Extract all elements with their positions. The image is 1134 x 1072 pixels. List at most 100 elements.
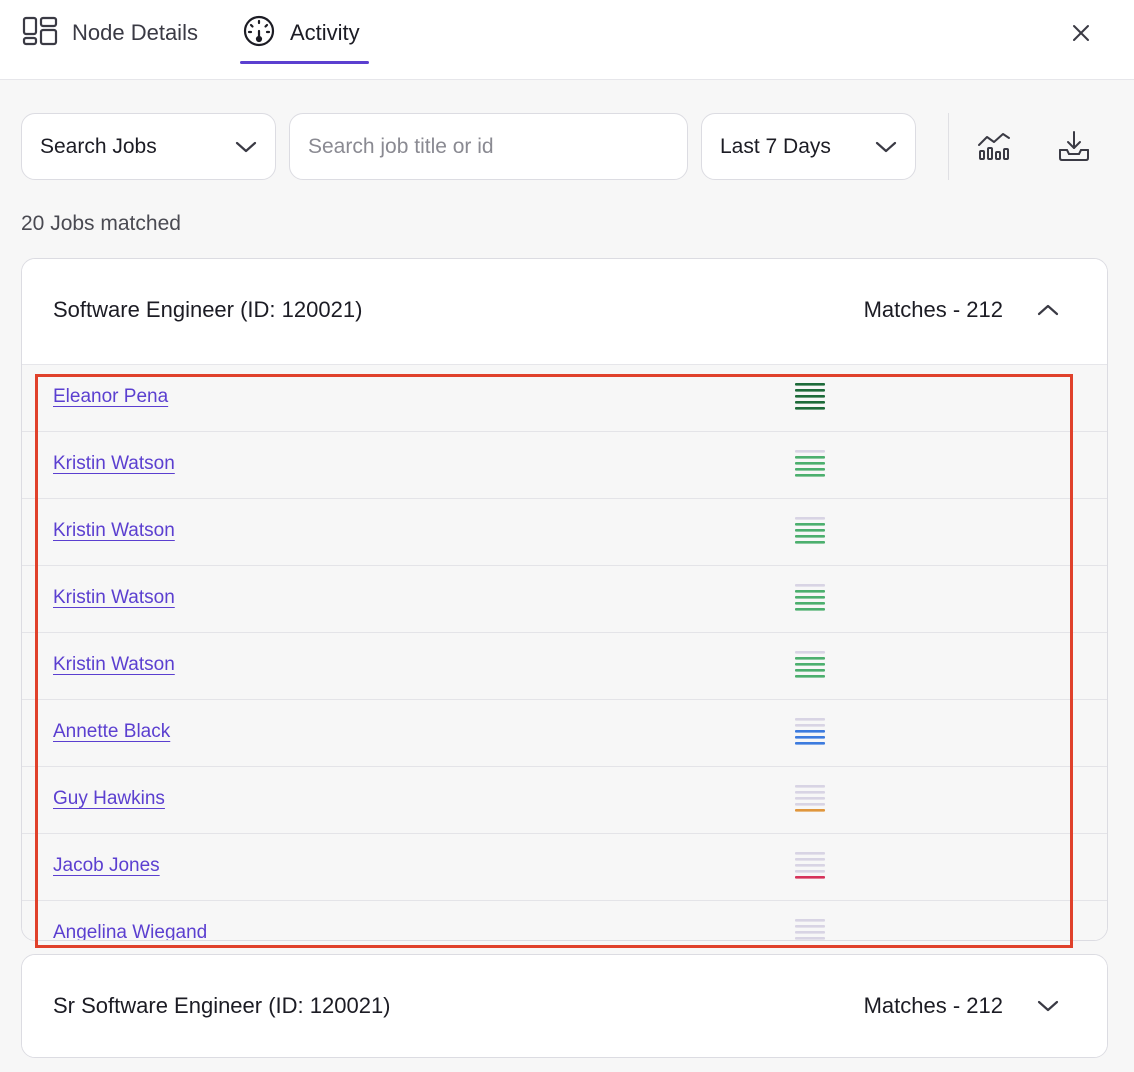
node-details-icon <box>22 16 58 51</box>
strength-bar <box>795 389 825 392</box>
tab-node-details[interactable]: Node Details <box>22 0 198 66</box>
match-strength-icon <box>795 718 825 745</box>
match-strength-icon <box>795 651 825 678</box>
strength-bar <box>795 468 825 471</box>
candidate-name-link[interactable]: Angelina Wiegand <box>53 922 207 940</box>
strength-bar <box>795 675 825 678</box>
candidate-name-link[interactable]: Kristin Watson <box>53 587 175 609</box>
candidate-name-link[interactable]: Kristin Watson <box>53 520 175 542</box>
match-strength-icon <box>795 785 825 812</box>
strength-bar <box>795 724 825 727</box>
strength-bar <box>795 474 825 477</box>
strength-bar <box>795 517 825 520</box>
strength-bar <box>795 523 825 526</box>
close-button[interactable] <box>1066 18 1096 48</box>
candidate-row: Guy Hawkins <box>22 767 1107 834</box>
chart-icon <box>978 133 1010 160</box>
candidate-row: Kristin Watson <box>22 566 1107 633</box>
strength-bar <box>795 590 825 593</box>
candidate-row: Annette Black <box>22 700 1107 767</box>
panel-header: Node Details Activity <box>0 0 1134 80</box>
candidate-list[interactable]: Eleanor Pena Kristin Watson Kristin Watson… <box>22 365 1107 940</box>
candidate-name-link[interactable]: Eleanor Pena <box>53 386 168 408</box>
strength-bar <box>795 718 825 721</box>
collapse-button[interactable] <box>1033 295 1063 325</box>
match-strength-icon <box>795 852 825 879</box>
match-count: Matches - 212 <box>863 297 1003 322</box>
strength-bar <box>795 785 825 788</box>
job-card: Software Engineer (ID: 120021) Matches -… <box>21 258 1108 941</box>
candidate-row: Angelina Wiegand <box>22 901 1107 940</box>
strength-bar <box>795 401 825 404</box>
candidate-name-link[interactable]: Kristin Watson <box>53 654 175 676</box>
strength-bar <box>795 730 825 733</box>
strength-bar <box>795 383 825 386</box>
candidate-row: Eleanor Pena <box>22 365 1107 432</box>
strength-bar <box>795 541 825 544</box>
candidate-row: Jacob Jones <box>22 834 1107 901</box>
strength-bar <box>795 450 825 453</box>
strength-bar <box>795 584 825 587</box>
job-title: Software Engineer (ID: 120021) <box>53 297 363 322</box>
chevron-down-icon <box>875 141 897 152</box>
tab-label: Activity <box>290 20 360 45</box>
strength-bar <box>795 669 825 672</box>
strength-bar <box>795 407 825 410</box>
strength-bar <box>795 852 825 855</box>
search-input[interactable] <box>308 134 669 159</box>
job-card: Sr Software Engineer (ID: 120021) Matche… <box>21 954 1108 1058</box>
match-strength-icon <box>795 517 825 544</box>
strength-bar <box>795 797 825 800</box>
tab-activity[interactable]: Activity <box>242 0 360 66</box>
search-jobs-dropdown[interactable]: Search Jobs <box>21 113 276 180</box>
candidate-name-link[interactable]: Kristin Watson <box>53 453 175 475</box>
activity-gauge-icon <box>242 14 276 53</box>
download-icon <box>1059 131 1089 161</box>
strength-bar <box>795 608 825 611</box>
strength-bar <box>795 925 825 928</box>
candidate-name-link[interactable]: Jacob Jones <box>53 855 160 877</box>
strength-bar <box>795 864 825 867</box>
match-strength-icon <box>795 919 825 940</box>
tab-label: Node Details <box>72 20 198 45</box>
dropdown-value: Search Jobs <box>40 134 157 158</box>
active-tab-indicator <box>240 61 369 64</box>
candidate-name-link[interactable]: Annette Black <box>53 721 170 743</box>
strength-bar <box>795 535 825 538</box>
strength-bar <box>795 736 825 739</box>
job-card-header[interactable]: Sr Software Engineer (ID: 120021) Matche… <box>22 955 1107 1057</box>
search-box <box>289 113 688 180</box>
chart-button[interactable] <box>976 128 1012 164</box>
strength-bar <box>795 937 825 940</box>
candidate-row: Kristin Watson <box>22 499 1107 566</box>
strength-bar <box>795 791 825 794</box>
download-button[interactable] <box>1056 128 1092 164</box>
job-title: Sr Software Engineer (ID: 120021) <box>53 993 391 1018</box>
date-range-dropdown[interactable]: Last 7 Days <box>701 113 916 180</box>
strength-bar <box>795 651 825 654</box>
result-count: 20 Jobs matched <box>21 212 181 235</box>
job-card-header[interactable]: Software Engineer (ID: 120021) Matches -… <box>22 259 1107 365</box>
match-strength-icon <box>795 584 825 611</box>
chevron-up-icon <box>1037 304 1059 316</box>
candidate-name-link[interactable]: Guy Hawkins <box>53 788 165 810</box>
strength-bar <box>795 602 825 605</box>
strength-bar <box>795 919 825 922</box>
strength-bar <box>795 663 825 666</box>
strength-bar <box>795 742 825 745</box>
match-strength-icon <box>795 450 825 477</box>
strength-bar <box>795 809 825 812</box>
strength-bar <box>795 462 825 465</box>
expand-button[interactable] <box>1033 991 1063 1021</box>
strength-bar <box>795 456 825 459</box>
strength-bar <box>795 858 825 861</box>
candidate-row: Kristin Watson <box>22 432 1107 499</box>
chevron-down-icon <box>235 141 257 152</box>
match-count: Matches - 212 <box>863 993 1003 1018</box>
strength-bar <box>795 876 825 879</box>
strength-bar <box>795 529 825 532</box>
candidate-row: Kristin Watson <box>22 633 1107 700</box>
strength-bar <box>795 596 825 599</box>
strength-bar <box>795 803 825 806</box>
strength-bar <box>795 395 825 398</box>
